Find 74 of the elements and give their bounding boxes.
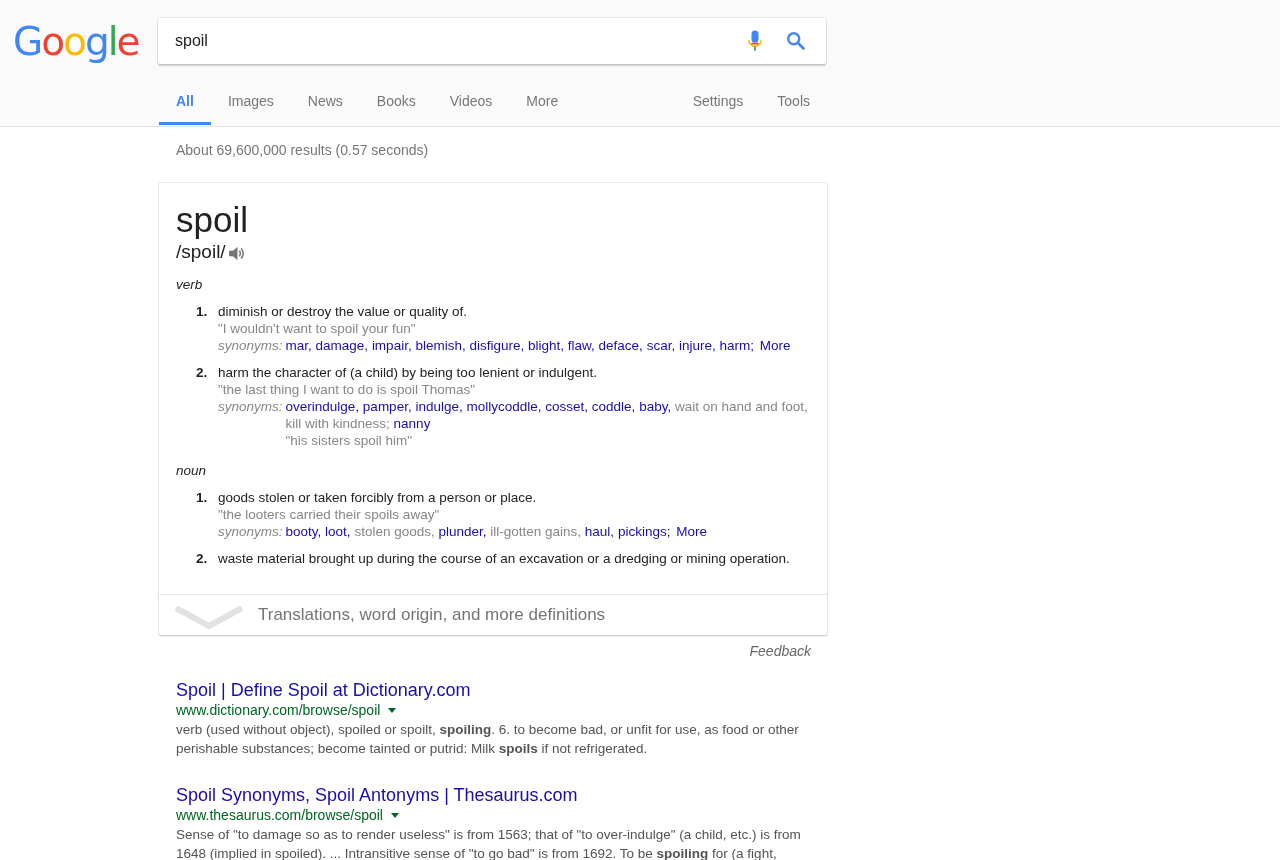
synonym: wait on hand and foot,	[674, 399, 808, 414]
result-snippet: Sense of "to damage so as to render useless" is from 1563; that of "to over-indulge" (a child, etc.) is from 1648 (implied in spoiled). ... Intransitive sense of "to go bad" is from 1692. To be spoiling for (a fight,	[176, 826, 802, 860]
definition: diminish or destroy the value or quality of.	[218, 303, 469, 320]
synonym-link[interactable]: pickings;	[617, 524, 671, 539]
nav-tab[interactable]: More	[509, 81, 576, 125]
synonym-link[interactable]: impair,	[371, 338, 412, 353]
synonym-link[interactable]: baby,	[639, 399, 672, 414]
synonym-link[interactable]: loot,	[325, 524, 351, 539]
microphone-icon[interactable]	[748, 30, 762, 52]
search-field[interactable]: spoil	[158, 18, 826, 64]
google-logo[interactable]: Google	[13, 20, 143, 64]
synonym-link[interactable]: indulge,	[415, 399, 463, 414]
expand-label: Translations, word origin, and more definitions	[258, 605, 606, 625]
synonym-link[interactable]: plunder,	[438, 524, 487, 539]
headword: spoil	[176, 201, 249, 239]
dropdown-caret-icon[interactable]	[388, 708, 397, 713]
sense-number: 2.	[196, 364, 209, 382]
nav-link[interactable]: Settings	[675, 81, 761, 125]
sense-number: 2.	[196, 550, 209, 567]
result-title-link[interactable]: Spoil | Define Spoil at Dictionary.com	[176, 679, 827, 701]
part-of-speech: noun	[176, 463, 208, 478]
synonyms-label: synonyms:	[218, 523, 283, 540]
dropdown-caret-icon[interactable]	[391, 813, 399, 818]
synonym-link[interactable]: blemish,	[415, 338, 466, 353]
example: "I wouldn't want to spoil your fun"	[218, 320, 417, 337]
more-link[interactable]: More	[676, 524, 707, 539]
synonym-link[interactable]: blight,	[528, 338, 565, 353]
synonyms-label: synonyms:	[218, 398, 283, 416]
speaker-icon[interactable]	[228, 245, 246, 261]
definition: goods stolen or taken forcibly from a person or place.	[218, 489, 538, 506]
feedback-link[interactable]: Feedback	[749, 643, 811, 663]
example: "the last thing I want to do is spoil Thomas"	[218, 381, 476, 398]
synonym-link[interactable]: damage,	[315, 338, 369, 353]
synonym-link[interactable]: deface,	[598, 338, 643, 353]
synonym-link[interactable]: haul,	[584, 524, 615, 539]
sense-number: 1.	[196, 489, 209, 507]
result-url: www.thesaurus.com/browse/spoil	[176, 807, 383, 824]
synonyms-label: synonyms:	[218, 337, 283, 354]
expand-row[interactable]: Translations, word origin, and more definitions	[159, 594, 827, 635]
result-snippet: verb (used without object), spoiled or spoilt, spoiling. 6. to become bad, or unfit for use, as food or other perishable substances; become tainted or putrid: Milk spoils if not refrigerated.	[176, 721, 800, 758]
synonym: ill-gotten gains,	[490, 524, 582, 539]
nav-tab[interactable]: Videos	[432, 81, 510, 125]
synonym: kill with kindness;	[285, 416, 390, 431]
synonym-link[interactable]: nanny	[393, 416, 431, 431]
example: "the looters carried their spoils away"	[218, 506, 441, 523]
chevron-down-icon	[174, 606, 244, 630]
synonym-link[interactable]: coddle,	[591, 399, 636, 414]
synonym-link[interactable]: harm;	[719, 338, 754, 353]
definition: waste material brought up during the course of an excavation or a dredging or mining operation.	[218, 550, 791, 567]
synonym-link[interactable]: overindulge,	[285, 399, 360, 414]
definition: harm the character of (a child) by being too lenient or indulgent.	[218, 364, 598, 381]
result-title-link[interactable]: Spoil Synonyms, Spoil Antonyms | Thesaurus.com	[176, 784, 827, 806]
search-icon[interactable]	[785, 30, 807, 52]
nav-tab[interactable]: Books	[359, 81, 433, 125]
synonym-link[interactable]: scar,	[646, 338, 676, 353]
nav-tab[interactable]: News	[290, 81, 360, 125]
example: "his sisters spoil him"	[285, 432, 414, 449]
result-url: www.dictionary.com/browse/spoil	[176, 702, 381, 719]
synonym-link[interactable]: mar,	[285, 338, 312, 353]
synonym-link[interactable]: booty,	[285, 524, 322, 539]
part-of-speech: verb	[176, 277, 204, 292]
synonym-link[interactable]: cosset,	[545, 399, 589, 414]
synonym-link[interactable]: disfigure,	[469, 338, 525, 353]
nav-link[interactable]: Tools	[760, 81, 827, 125]
synonym-link[interactable]: pamper,	[362, 399, 412, 414]
synonym: stolen goods,	[354, 524, 435, 539]
nav-tab[interactable]: Images	[210, 81, 291, 125]
more-link[interactable]: More	[759, 338, 791, 353]
pronunciation: /spoil/	[176, 241, 226, 263]
sense-number: 1.	[196, 303, 209, 321]
synonym-link[interactable]: flaw,	[567, 338, 595, 353]
result-stats: About 69,600,000 results (0.57 seconds)	[175, 141, 430, 160]
synonym-link[interactable]: injure,	[678, 338, 716, 353]
synonym-link[interactable]: mollycoddle,	[466, 399, 542, 414]
